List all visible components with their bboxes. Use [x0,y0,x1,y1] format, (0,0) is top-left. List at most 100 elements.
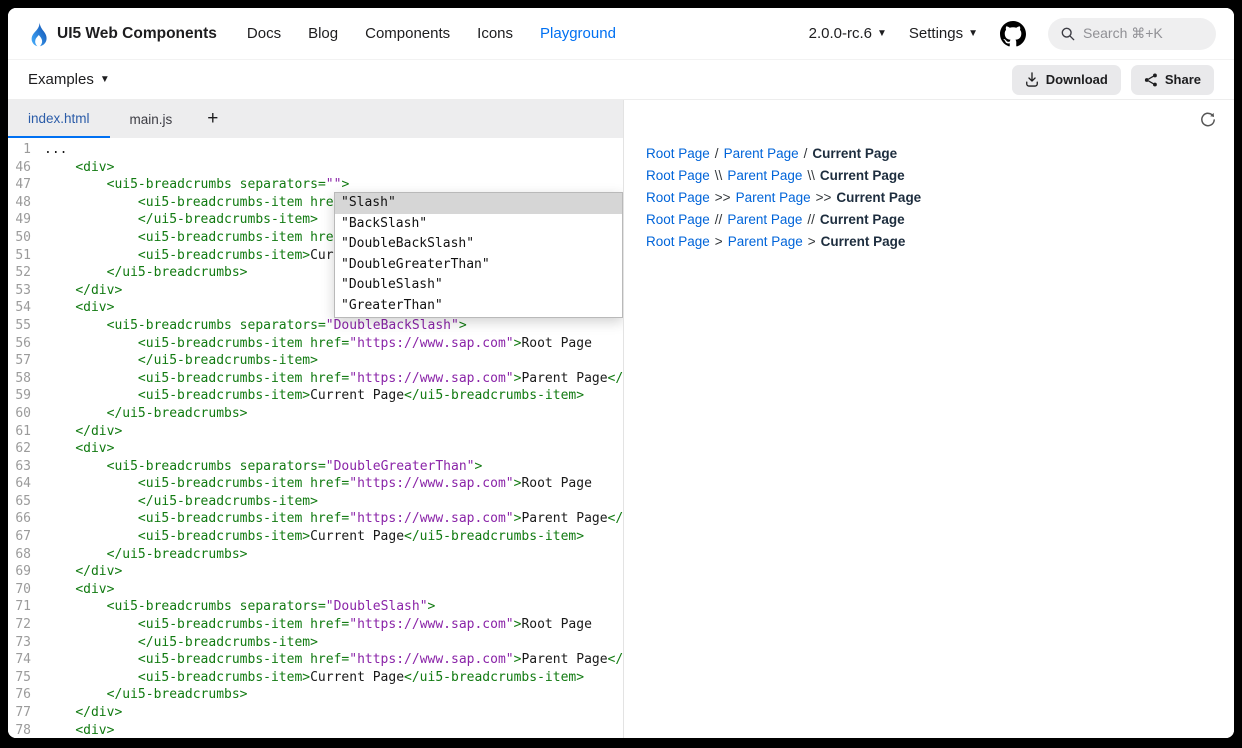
breadcrumb-separator: >> [715,190,731,205]
examples-dropdown[interactable]: Examples ▼ [28,71,110,88]
line-number: 55 [8,317,44,335]
top-navbar: UI5 Web Components Docs Blog Components Ico… [8,8,1234,60]
main-nav: Docs Blog Components Icons Playground [247,25,616,42]
code-line: 72 <ui5-breadcrumbs-item href="https://w… [8,616,623,634]
breadcrumb-separator: >> [816,190,832,205]
breadcrumb-link[interactable]: Root Page [646,212,710,227]
line-number: 64 [8,475,44,493]
search-box[interactable]: Search ⌘+K [1048,18,1216,50]
editor-pane: index.html main.js + 1...46 <div>47 <ui5… [8,100,623,738]
autocomplete-item[interactable]: "BackSlash" [335,214,622,235]
breadcrumb-separator: // [807,212,815,227]
nav-item-playground[interactable]: Playground [540,25,616,42]
autocomplete-item[interactable]: "GreaterThan" [335,296,622,317]
breadcrumb-current-page: Current Page [820,168,905,183]
examples-toolbar: Examples ▼ Download Share [8,60,1234,100]
line-number: 63 [8,458,44,476]
code-line: 64 <ui5-breadcrumbs-item href="https://w… [8,475,623,493]
code-line: 57 </ui5-breadcrumbs-item> [8,352,623,370]
version-dropdown[interactable]: 2.0.0-rc.6 ▼ [809,25,887,42]
download-button[interactable]: Download [1012,65,1121,95]
chevron-down-icon: ▼ [968,28,978,39]
line-number: 74 [8,651,44,669]
nav-item-docs[interactable]: Docs [247,25,281,42]
line-number: 69 [8,563,44,581]
settings-dropdown[interactable]: Settings ▼ [909,25,978,42]
breadcrumb-link[interactable]: Root Page [646,234,710,249]
code-line: 59 <ui5-breadcrumbs-item>Current Page</u… [8,387,623,405]
version-label: 2.0.0-rc.6 [809,25,872,42]
code-line: 55 <ui5-breadcrumbs separators="DoubleBa… [8,317,623,335]
line-number: 54 [8,299,44,317]
breadcrumb-row: Root Page/Parent Page/Current Page [646,146,1234,161]
code-line: 78 <div> [8,722,623,738]
line-number: 68 [8,546,44,564]
breadcrumb-separator: // [715,212,723,227]
share-label: Share [1165,72,1201,87]
nav-item-icons[interactable]: Icons [477,25,513,42]
chevron-down-icon: ▼ [877,28,887,39]
nav-item-components[interactable]: Components [365,25,450,42]
line-number: 59 [8,387,44,405]
code-line: 76 </ui5-breadcrumbs> [8,686,623,704]
breadcrumb-link[interactable]: Root Page [646,146,710,161]
tab-main-js[interactable]: main.js [110,100,193,138]
search-placeholder: Search ⌘+K [1083,25,1163,42]
line-number: 48 [8,194,44,212]
autocomplete-item[interactable]: "DoubleBackSlash" [335,234,622,255]
share-button[interactable]: Share [1131,65,1214,95]
add-tab-button[interactable]: + [192,100,233,138]
line-number: 58 [8,370,44,388]
code-line: 69 </div> [8,563,623,581]
breadcrumb-link[interactable]: Parent Page [727,212,802,227]
code-line: 1... [8,141,623,159]
preview-breadcrumbs: Root Page/Parent Page/Current PageRoot P… [624,100,1234,249]
breadcrumb-link[interactable]: Root Page [646,190,710,205]
tab-index-html[interactable]: index.html [8,100,110,138]
line-number: 65 [8,493,44,511]
line-number: 76 [8,686,44,704]
code-line: 63 <ui5-breadcrumbs separators="DoubleGr… [8,458,623,476]
code-line: 75 <ui5-breadcrumbs-item>Current Page</u… [8,669,623,687]
code-editor[interactable]: 1...46 <div>47 <ui5-breadcrumbs separato… [8,138,623,738]
search-icon [1061,27,1075,41]
ui5-logo-icon [26,20,48,47]
line-number: 72 [8,616,44,634]
github-icon[interactable] [1000,21,1026,47]
autocomplete-item[interactable]: "Slash" [335,193,622,214]
line-number: 52 [8,264,44,282]
breadcrumb-link[interactable]: Root Page [646,168,710,183]
autocomplete-item[interactable]: "DoubleGreaterThan" [335,255,622,276]
breadcrumb-link[interactable]: Parent Page [736,190,811,205]
autocomplete-dropdown: "Slash""BackSlash""DoubleBackSlash""Doub… [334,192,623,318]
line-number: 1 [8,141,44,159]
breadcrumb-separator: / [715,146,719,161]
nav-item-blog[interactable]: Blog [308,25,338,42]
share-icon [1144,73,1158,87]
settings-label: Settings [909,25,963,42]
line-number: 77 [8,704,44,722]
brand[interactable]: UI5 Web Components [26,20,217,47]
examples-label: Examples [28,71,94,88]
breadcrumb-current-page: Current Page [820,212,905,227]
refresh-button[interactable] [1198,110,1218,130]
breadcrumb-link[interactable]: Parent Page [727,168,802,183]
code-line: 67 <ui5-breadcrumbs-item>Current Page</u… [8,528,623,546]
breadcrumb-current-page: Current Page [836,190,921,205]
code-line: 65 </ui5-breadcrumbs-item> [8,493,623,511]
breadcrumb-link[interactable]: Parent Page [728,234,803,249]
breadcrumb-link[interactable]: Parent Page [724,146,799,161]
preview-pane: Root Page/Parent Page/Current PageRoot P… [623,100,1234,738]
autocomplete-item[interactable]: "DoubleSlash" [335,275,622,296]
brand-title: UI5 Web Components [57,25,217,43]
code-line: 68 </ui5-breadcrumbs> [8,546,623,564]
breadcrumb-separator: \\ [715,168,723,183]
code-line: 61 </div> [8,423,623,441]
line-number: 70 [8,581,44,599]
line-number: 78 [8,722,44,738]
line-number: 62 [8,440,44,458]
line-number: 75 [8,669,44,687]
code-line: 56 <ui5-breadcrumbs-item href="https://w… [8,335,623,353]
breadcrumb-row: Root Page // Parent Page // Current Page [646,212,1234,227]
breadcrumb-row: Root Page >> Parent Page >> Current Page [646,190,1234,205]
